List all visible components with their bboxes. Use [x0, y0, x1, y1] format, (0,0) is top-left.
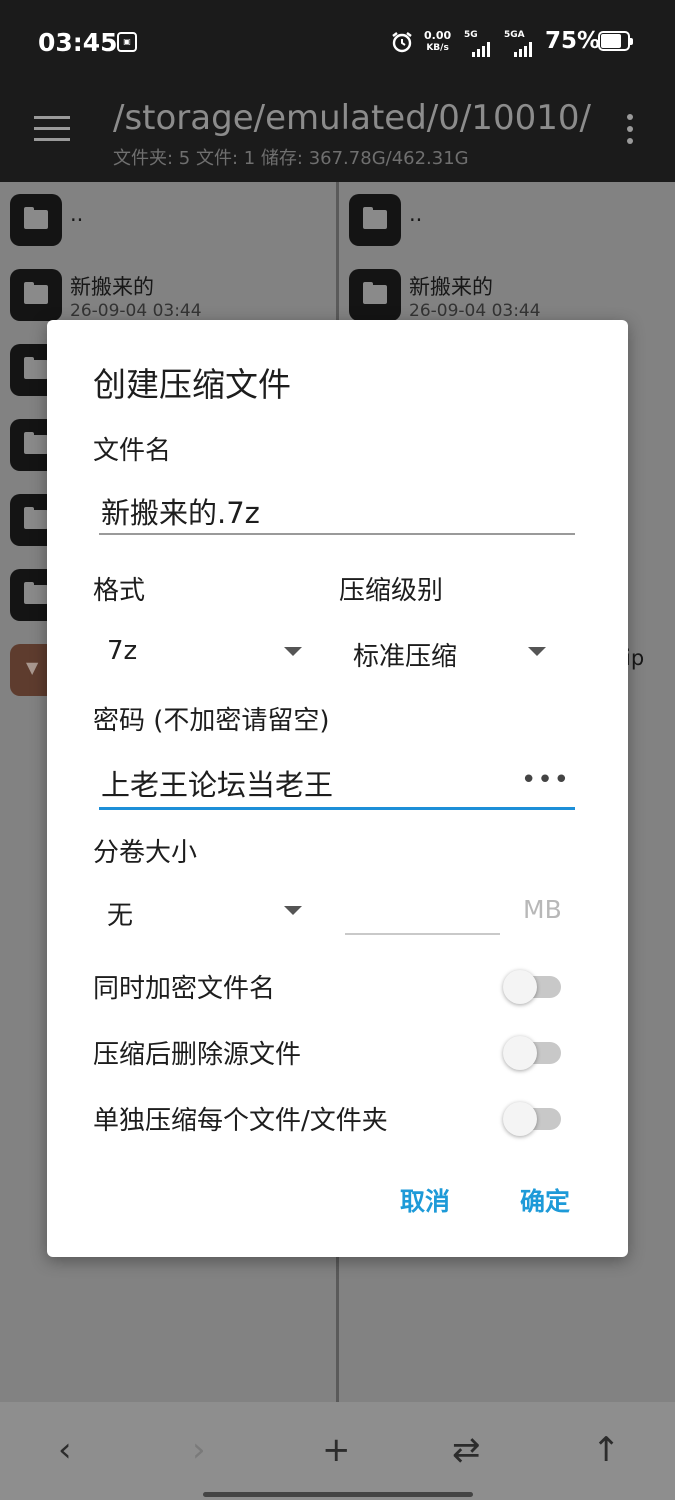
path-info: 文件夹: 5 文件: 1 储存: 367.78G/462.31G: [113, 148, 469, 169]
folder-icon: [10, 194, 62, 246]
alarm-icon: [392, 32, 412, 53]
encrypt-names-toggle[interactable]: [503, 965, 561, 1005]
list-item[interactable]: ..: [339, 182, 675, 257]
item-date: 26-09-04 03:44: [409, 301, 541, 321]
filename-label: 文件名: [93, 436, 172, 466]
password-input[interactable]: 上老王论坛当老王: [101, 762, 333, 804]
add-icon[interactable]: +: [322, 1430, 351, 1470]
password-label: 密码 (不加密请留空): [93, 706, 330, 736]
signal-1-icon: [472, 38, 492, 57]
folder-icon: [10, 269, 62, 321]
item-date: 26-09-04 03:44: [70, 301, 202, 321]
split-size-input[interactable]: [345, 933, 500, 935]
split-unit: MB: [523, 895, 562, 924]
format-label: 格式: [93, 576, 146, 606]
list-item[interactable]: ..: [0, 182, 336, 257]
level-label: 压缩级别: [339, 576, 444, 606]
battery-icon: [598, 31, 633, 51]
item-name: ..: [70, 202, 84, 226]
path-title: /storage/emulated/0/10010/: [113, 98, 591, 138]
net-speed-unit: KB/s: [426, 43, 449, 53]
chevron-down-icon: [284, 647, 302, 656]
dialog-title: 创建压缩文件: [93, 365, 291, 404]
home-indicator[interactable]: [203, 1492, 473, 1497]
level-value: 标准压缩: [353, 642, 458, 672]
password-underline: [99, 807, 575, 810]
status-time: 03:45: [38, 28, 118, 57]
filename-input[interactable]: 新搬来的.7z: [101, 490, 260, 532]
chevron-down-icon: [528, 647, 546, 656]
signal-2-icon: [514, 38, 534, 57]
delete-source-label: 压缩后删除源文件: [93, 1040, 302, 1070]
more-options-icon[interactable]: [618, 114, 642, 148]
net-speed: 0.00 KB/s: [424, 30, 451, 54]
cancel-button[interactable]: 取消: [400, 1182, 450, 1218]
item-name: ..: [409, 202, 423, 226]
net-speed-value: 0.00: [424, 29, 452, 42]
folder-icon: [349, 194, 401, 246]
app-notification-icon: ▣: [117, 32, 137, 52]
separate-archives-label: 单独压缩每个文件/文件夹: [93, 1106, 388, 1136]
swap-panes-icon[interactable]: ⇄: [452, 1430, 481, 1470]
delete-source-toggle[interactable]: [503, 1031, 561, 1071]
forward-icon[interactable]: ›: [192, 1430, 206, 1470]
folder-icon: [349, 269, 401, 321]
create-archive-dialog: 创建压缩文件 文件名 新搬来的.7z 格式 压缩级别 7z 标准压缩 密码 (不…: [47, 320, 628, 1257]
back-icon[interactable]: ‹: [58, 1430, 72, 1470]
chevron-down-icon: [284, 906, 302, 915]
app-bar: /storage/emulated/0/10010/ 文件夹: 5 文件: 1 …: [0, 84, 675, 182]
show-password-icon[interactable]: •••: [521, 765, 570, 795]
filename-underline: [99, 533, 575, 535]
split-label: 分卷大小: [93, 838, 198, 868]
format-value: 7z: [107, 636, 138, 666]
item-name: 新搬来的: [70, 275, 154, 299]
separate-archives-toggle[interactable]: [503, 1097, 561, 1137]
menu-icon[interactable]: [34, 116, 70, 144]
status-bar: 03:45 ▣ 0.00 KB/s 5G 5GA 75%: [0, 0, 675, 84]
up-directory-icon[interactable]: ↑: [592, 1430, 621, 1470]
split-value: 无: [107, 901, 134, 931]
item-name: 新搬来的: [409, 275, 493, 299]
battery-percent: 75%: [545, 28, 601, 54]
confirm-button[interactable]: 确定: [520, 1182, 570, 1218]
encrypt-names-label: 同时加密文件名: [93, 974, 276, 1004]
bottom-toolbar: ‹ › + ⇄ ↑: [0, 1402, 675, 1500]
